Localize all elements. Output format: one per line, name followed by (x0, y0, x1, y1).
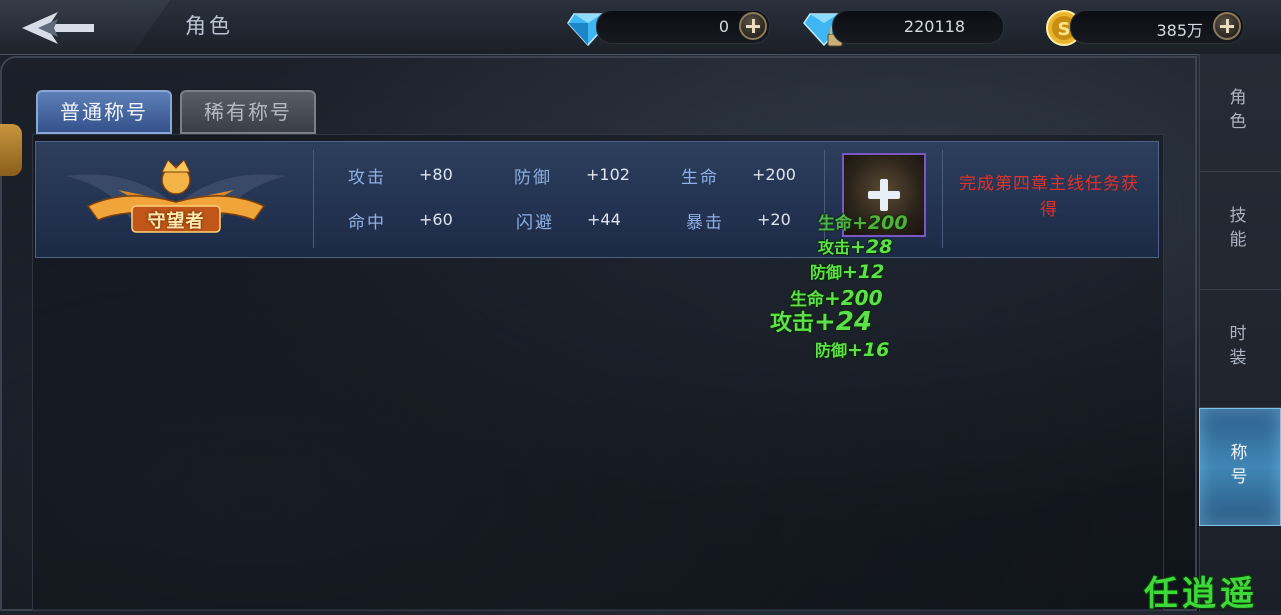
floating-buff: 生命+200 (818, 212, 908, 234)
side-nav-label: 时装 (1229, 324, 1247, 368)
bound-diamond-counter: 220118 (832, 10, 1004, 44)
stat-label-defense: 防御 (514, 168, 552, 188)
side-nav-label: 称号 (1230, 443, 1248, 487)
bound-diamond-value: 220118 (903, 17, 965, 36)
floating-buff: 防御+12 (810, 261, 885, 283)
side-nav-item-character[interactable]: 角色 (1199, 54, 1281, 172)
emblem-title-text: 守望者 (147, 211, 205, 232)
stat-label-hp: 生命 (681, 168, 719, 188)
shield-icon (0, 124, 22, 176)
floating-buff: 攻击+24 (770, 307, 872, 337)
add-diamond-button[interactable] (739, 12, 767, 40)
stat-value-attack: +80 (419, 165, 453, 184)
diamond-counter: 0 (596, 10, 770, 44)
gold-value: 385万 (1156, 21, 1203, 40)
title-source-text: 完成第四章主线任务获得 (959, 174, 1139, 220)
stat-label-dodge: 闪避 (516, 213, 554, 233)
side-nav-label: 角色 (1229, 88, 1247, 132)
divider (313, 150, 314, 248)
diamond-value: 0 (718, 17, 729, 36)
side-nav-label: 技能 (1229, 206, 1247, 250)
stat-value-hit: +60 (419, 210, 453, 229)
tab-normal-titles[interactable]: 普通称号 (36, 90, 172, 134)
side-nav-item-titles[interactable]: 称号 (1199, 408, 1281, 526)
gold-counter: 385万 (1070, 10, 1244, 44)
watermark: 任逍遥 (1144, 574, 1258, 614)
floating-buff: 攻击+28 (818, 236, 893, 258)
stat-label-attack: 攻击 (348, 168, 386, 188)
stat-value-hp: +200 (752, 165, 796, 184)
stat-label-hit: 命中 (348, 213, 386, 233)
stat-value-dodge: +44 (587, 210, 621, 229)
side-nav-item-skills[interactable]: 技能 (1199, 172, 1281, 290)
floating-buff: 防御+16 (815, 339, 890, 361)
side-nav-item-fashion[interactable]: 时装 (1199, 290, 1281, 408)
divider (942, 150, 943, 248)
stat-label-crit: 暴击 (686, 213, 724, 233)
tab-rare-titles[interactable]: 稀有称号 (180, 90, 316, 134)
stat-value-defense: +102 (586, 165, 630, 184)
page-title: 角色 (185, 14, 233, 38)
back-arrow-icon (22, 12, 94, 44)
svg-text:S: S (1058, 19, 1071, 40)
stat-value-crit: +20 (757, 210, 791, 229)
title-emblem: 守望者 (58, 150, 294, 246)
add-gold-button[interactable] (1213, 12, 1241, 40)
